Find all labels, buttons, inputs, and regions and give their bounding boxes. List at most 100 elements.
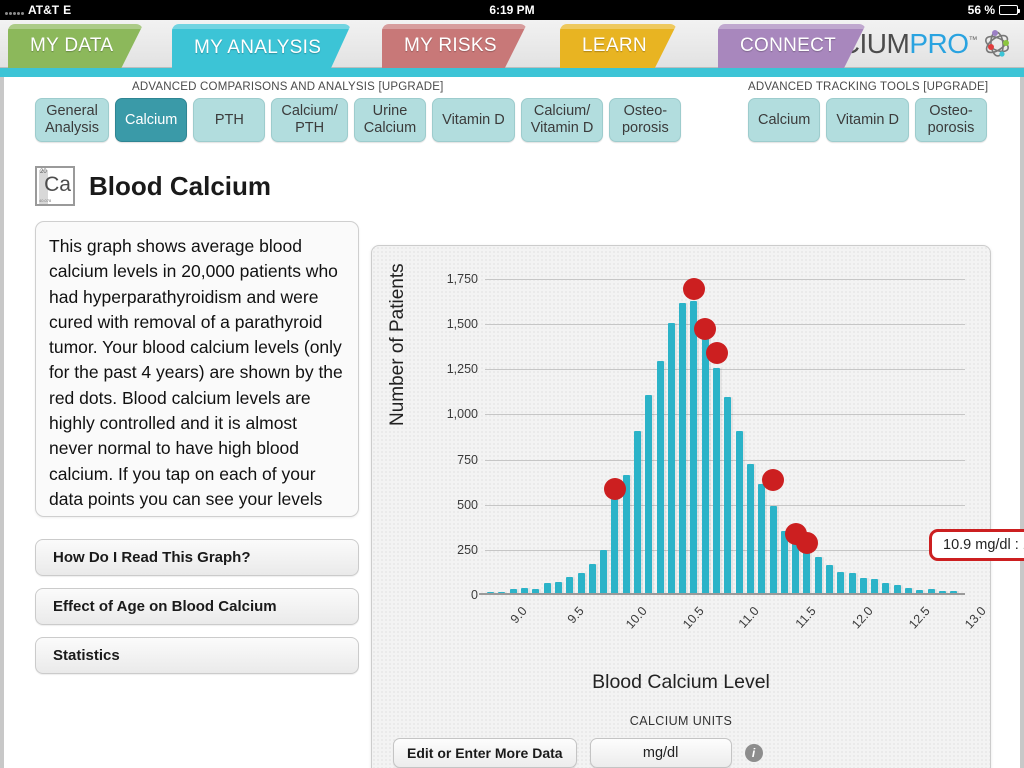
- subtab-calcium--vitamin d[interactable]: Calcium/ Vitamin D: [520, 98, 604, 142]
- battery-icon: [999, 5, 1020, 15]
- analysis-subnav: ADVANCED COMPARISONS AND ANALYSIS [UPGRA…: [4, 77, 1020, 147]
- tracking-subtab-vitamin d[interactable]: Vitamin D: [826, 98, 909, 142]
- side-button-label: How Do I Read This Graph?: [53, 549, 251, 566]
- patient-data-point-3[interactable]: [705, 341, 728, 364]
- subtab-vitamin d[interactable]: Vitamin D: [432, 98, 515, 142]
- comparisons-group-label: ADVANCED COMPARISONS AND ANALYSIS [UPGRA…: [132, 81, 444, 93]
- histogram-bar: [825, 565, 833, 594]
- clock-label: 6:19 PM: [489, 3, 535, 17]
- nav-tab-my-risks[interactable]: MY RISKS: [382, 24, 527, 68]
- histogram-bar: [679, 303, 687, 594]
- histogram-bar: [588, 563, 596, 594]
- page-header: 20 Ca 40.078 Blood Calcium: [35, 163, 359, 209]
- patient-data-point-0[interactable]: [603, 478, 626, 501]
- nav-tab-my-risks-label: MY RISKS: [404, 35, 497, 56]
- nav-tab-connect[interactable]: CONNECT: [718, 24, 866, 68]
- y-axis-tick-label: 250: [457, 542, 478, 557]
- plot-area[interactable]: 0 250 500 750 1,000 1,250 1,500 1,750 9.0 9.5 10.…: [447, 272, 989, 631]
- subtab-label: Osteo- porosis: [621, 103, 669, 136]
- nav-tab-my-analysis[interactable]: MY ANALYSIS: [172, 24, 351, 72]
- units-caption: CALCIUM UNITS: [629, 714, 733, 728]
- page-title: Blood Calcium: [89, 170, 272, 201]
- side-button-group: How Do I Read This Graph? Effect of Age o…: [35, 539, 359, 674]
- side-button-2[interactable]: Statistics: [35, 637, 359, 674]
- tracking-subtab-osteo--porosis[interactable]: Osteo- porosis: [914, 98, 987, 142]
- subtab-urine-calcium[interactable]: Urine Calcium: [353, 98, 427, 142]
- tracking-tab-row: Calcium Vitamin D Osteo- porosis: [748, 98, 987, 142]
- subtab-pth[interactable]: PTH: [193, 98, 266, 142]
- units-select[interactable]: mg/dl: [589, 738, 732, 768]
- description-panel[interactable]: This graph shows average blood calcium l…: [35, 221, 359, 517]
- nav-tab-connect-label: CONNECT: [740, 35, 837, 56]
- histogram-bar: [633, 430, 641, 594]
- x-axis-tick-label: 11.5: [792, 604, 819, 631]
- side-button-label: Statistics: [53, 647, 120, 664]
- patient-data-point-2[interactable]: [694, 318, 717, 341]
- edit-data-button[interactable]: Edit or Enter More Data: [393, 738, 577, 768]
- subtab-label: Vitamin D: [442, 111, 505, 128]
- x-axis-tick-label: 9.5: [564, 604, 587, 627]
- histogram-bar: [746, 464, 754, 594]
- y-axis-tick-label: 1,750: [446, 272, 478, 286]
- gridline: [485, 324, 965, 326]
- element-weight: 40.078: [39, 198, 52, 203]
- histogram-bar: [871, 579, 879, 594]
- tracking-group-label: ADVANCED TRACKING TOOLS [UPGRADE]: [748, 81, 989, 93]
- subtab-label: Vitamin D: [836, 111, 899, 128]
- histogram-bar: [758, 483, 766, 594]
- patient-data-point-1[interactable]: [682, 277, 705, 300]
- patient-data-point-6[interactable]: [795, 531, 818, 554]
- histogram-bar: [566, 577, 574, 594]
- nav-tab-learn[interactable]: LEARN: [560, 24, 677, 68]
- left-column: 20 Ca 40.078 Blood Calcium This graph sh…: [35, 163, 359, 674]
- x-axis-line: [479, 593, 965, 595]
- data-point-tooltip[interactable]: 10.9 mg/dl : 10/9/12: [929, 529, 1024, 561]
- subtab-general-analysis[interactable]: General Analysis: [35, 98, 109, 142]
- nav-tab-my-data[interactable]: MY DATA: [8, 24, 143, 68]
- side-button-label: Effect of Age on Blood Calcium: [53, 598, 277, 615]
- histogram-bar: [837, 572, 845, 594]
- info-icon[interactable]: i: [744, 744, 763, 762]
- subtab-label: General Analysis: [45, 103, 99, 136]
- tracking-subtab-calcium[interactable]: Calcium: [748, 98, 821, 142]
- x-axis-tick-label: 10.0: [623, 604, 650, 632]
- x-axis-tick-label: 12.5: [905, 604, 933, 632]
- main-navigation-bar: MY DATA MY ANALYSIS MY RISKS LEARN CONNE…: [0, 20, 1024, 68]
- subtab-label: Calcium: [758, 111, 811, 128]
- histogram-bar: [577, 572, 585, 594]
- chart-panel: Number of Patients 0 250 500 750 1,000 1,250 1…: [371, 245, 1024, 768]
- histogram-bar: [667, 323, 675, 594]
- histogram-bar: [859, 578, 867, 594]
- histogram-bar: [724, 397, 732, 594]
- x-axis-tick-label: 10.5: [679, 604, 707, 632]
- nav-tab-my-data-label: MY DATA: [30, 35, 114, 56]
- x-axis-tick-label: 9.0: [508, 604, 531, 627]
- histogram-bar: [803, 549, 811, 594]
- ios-status-bar: AT&T E 6:19 PM 56 %: [0, 0, 1024, 20]
- histogram-bar: [769, 505, 777, 594]
- patient-data-point-4[interactable]: [762, 469, 784, 492]
- gridline: [485, 369, 965, 371]
- histogram-bar: [735, 430, 743, 594]
- histogram-bar: [600, 549, 608, 594]
- side-button-0[interactable]: How Do I Read This Graph?: [35, 539, 359, 576]
- y-axis-tick-label: 1,250: [446, 362, 478, 377]
- subtab-calcium--pth[interactable]: Calcium/ PTH: [271, 98, 348, 142]
- histogram-bar: [713, 368, 721, 594]
- histogram-bar: [690, 301, 698, 594]
- histogram-bar: [814, 556, 822, 594]
- subtab-label: Calcium/ PTH: [281, 103, 338, 136]
- subtab-calcium[interactable]: Calcium: [115, 98, 188, 142]
- brand-pro-text: PRO: [909, 27, 969, 59]
- histogram-bar: [645, 395, 653, 594]
- side-button-1[interactable]: Effect of Age on Blood Calcium: [35, 588, 359, 625]
- subtab-label: Calcium: [125, 111, 178, 128]
- subtab-label: PTH: [214, 111, 244, 128]
- description-text: This graph shows average blood calcium l…: [49, 236, 343, 516]
- subtab-label: Calcium/ Vitamin D: [530, 103, 594, 136]
- x-axis-title: Blood Calcium Level: [592, 671, 770, 693]
- y-axis-title: Number of Patients: [387, 263, 408, 426]
- subtab-osteo--porosis[interactable]: Osteo- porosis: [609, 98, 682, 142]
- chart-controls: Edit or Enter More Data mg/dl i: [393, 738, 763, 768]
- accent-band: [0, 68, 1024, 77]
